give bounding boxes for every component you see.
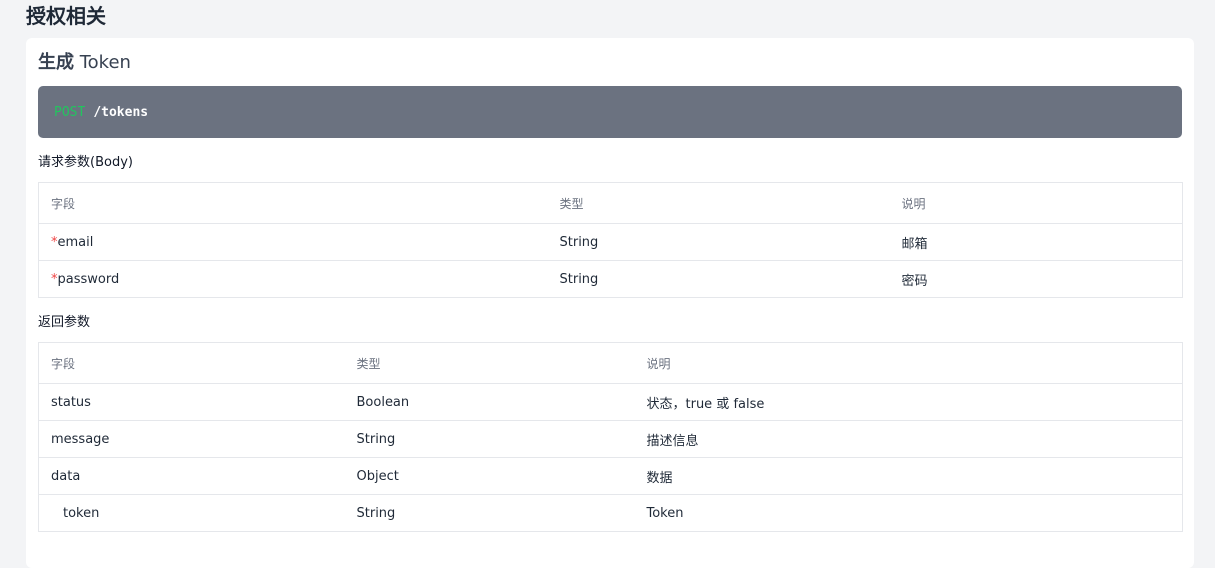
field-name: password <box>57 271 120 287</box>
desc-cell: 数据 <box>634 457 1183 495</box>
column-header-desc: 说明 <box>634 342 1183 384</box>
type-cell: String <box>547 223 890 261</box>
desc-cell: 状态，true 或 false <box>634 383 1183 421</box>
desc-cell: 密码 <box>889 260 1183 298</box>
section-title: 生成 Token <box>38 50 131 76</box>
api-card: 生成 Token POST /tokens 请求参数(Body) 字段 类型 说… <box>26 38 1194 568</box>
section-title-en: Token <box>79 52 131 73</box>
type-cell: String <box>547 260 890 298</box>
request-params-table: 字段 类型 说明 *email String 邮箱 *password Stri… <box>38 182 1183 298</box>
table-row: *password String 密码 <box>38 260 1183 298</box>
column-header-desc: 说明 <box>889 182 1183 224</box>
desc-cell: 邮箱 <box>889 223 1183 261</box>
desc-cell: Token <box>634 494 1183 532</box>
field-name-nested: token <box>63 505 100 521</box>
table-header-row: 字段 类型 说明 <box>38 182 1183 224</box>
column-header-field: 字段 <box>38 342 345 384</box>
table-header-row: 字段 类型 说明 <box>38 342 1183 384</box>
field-name: email <box>57 234 94 250</box>
type-cell: Boolean <box>344 383 635 421</box>
column-header-type: 类型 <box>547 182 890 224</box>
type-cell: Object <box>344 457 635 495</box>
desc-cell: 描述信息 <box>634 420 1183 458</box>
field-cell: data <box>38 457 345 495</box>
field-cell: token <box>38 494 345 532</box>
http-method: POST <box>54 104 86 120</box>
endpoint-block: POST /tokens <box>38 86 1182 138</box>
response-params-title: 返回参数 <box>38 315 91 330</box>
field-cell: message <box>38 420 345 458</box>
column-header-type: 类型 <box>344 342 635 384</box>
table-row: message String 描述信息 <box>38 420 1183 458</box>
request-params-title: 请求参数(Body) <box>38 155 133 170</box>
field-cell: *password <box>38 260 548 298</box>
column-header-field: 字段 <box>38 182 548 224</box>
table-row: *email String 邮箱 <box>38 223 1183 261</box>
table-row: token String Token <box>38 494 1183 532</box>
response-params-table: 字段 类型 说明 status Boolean 状态，true 或 false … <box>38 342 1183 532</box>
section-title-cn: 生成 <box>38 52 74 73</box>
type-cell: String <box>344 494 635 532</box>
table-row: data Object 数据 <box>38 457 1183 495</box>
table-row: status Boolean 状态，true 或 false <box>38 383 1183 421</box>
endpoint-path: /tokens <box>93 104 149 120</box>
field-cell: *email <box>38 223 548 261</box>
page-title: 授权相关 <box>26 4 106 28</box>
field-cell: status <box>38 383 345 421</box>
type-cell: String <box>344 420 635 458</box>
